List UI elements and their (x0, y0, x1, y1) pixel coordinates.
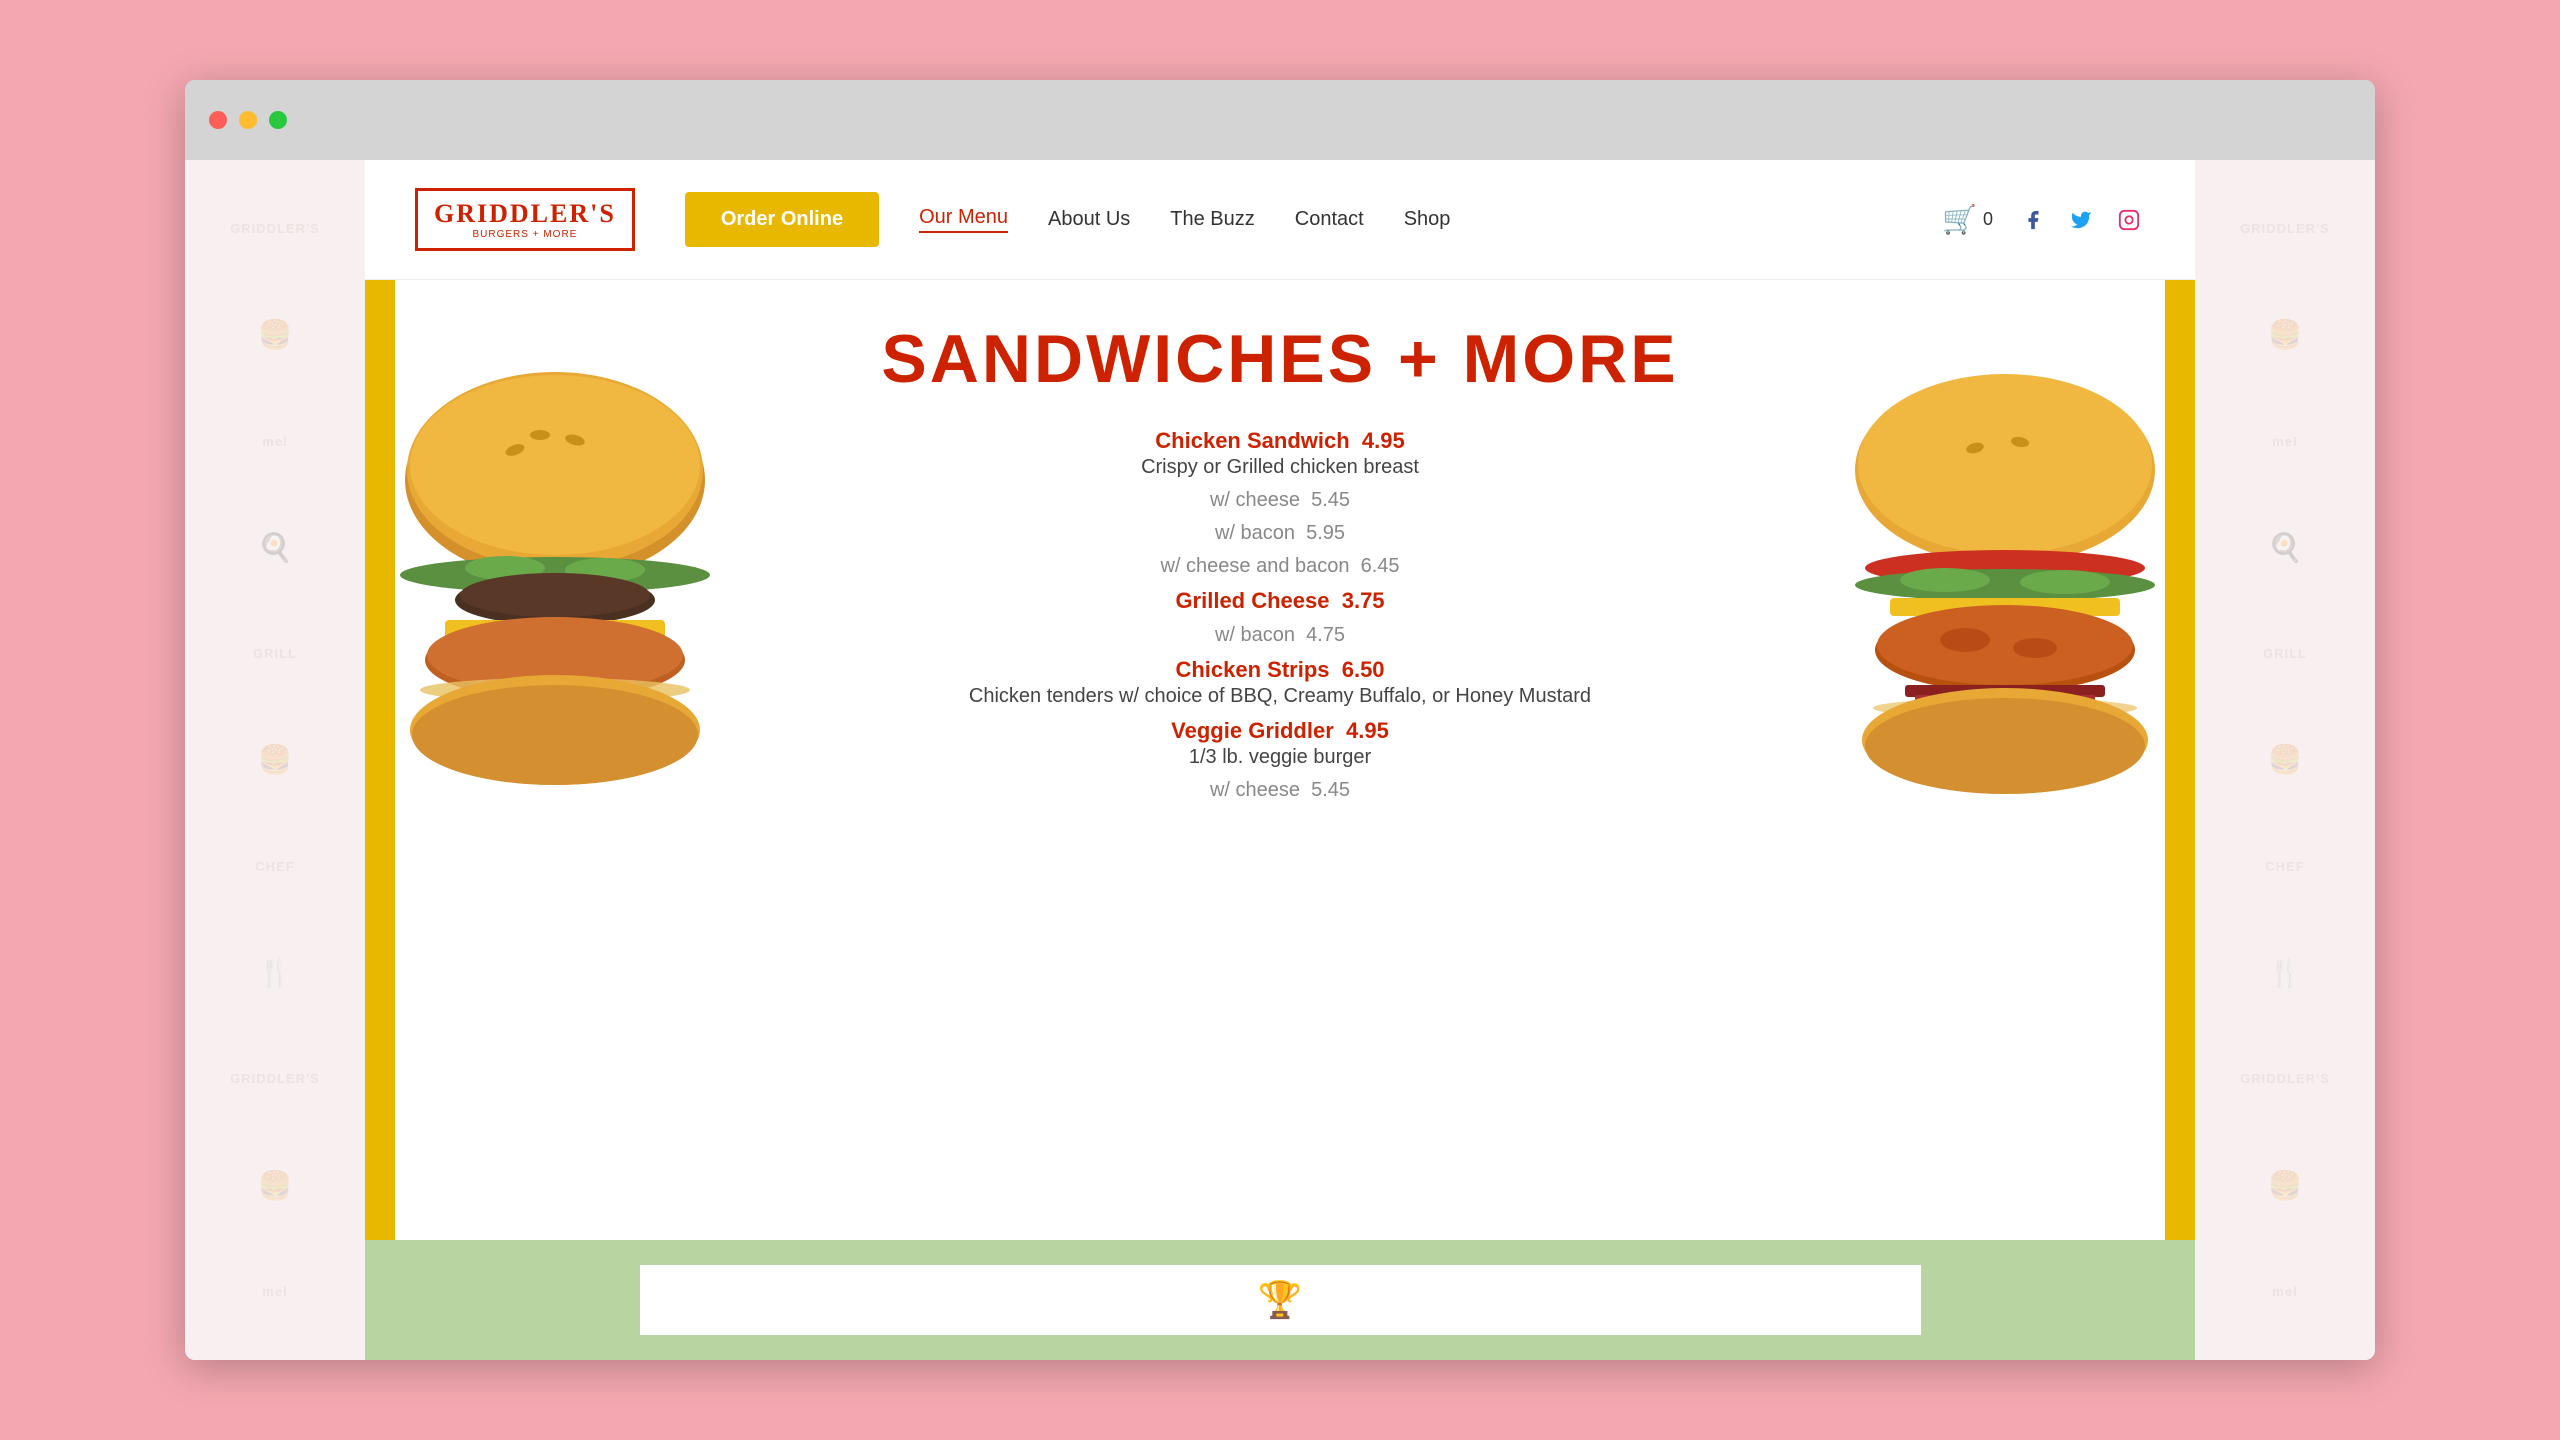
left-side-panel: GRIDDLER'S 🍔 mel 🍳 GRILL 🍔 CHEF 🍴 GRIDDL… (185, 160, 365, 1360)
twitter-icon[interactable] (2065, 204, 2097, 236)
nav-link-about-us[interactable]: About Us (1048, 208, 1130, 231)
browser-window: GRIDDLER'S 🍔 mel 🍳 GRILL 🍔 CHEF 🍴 GRIDDL… (185, 80, 2375, 1360)
menu-center: SANDWICHES + MORE Chicken Sandwich 4.95 … (395, 280, 2165, 1240)
cart-count: 0 (1983, 209, 1993, 230)
nav-link-our-menu[interactable]: Our Menu (919, 206, 1008, 233)
instagram-icon[interactable] (2113, 204, 2145, 236)
nav-link-the-buzz[interactable]: The Buzz (1170, 208, 1254, 231)
browser-chrome (185, 80, 2375, 160)
cart-icon: 🛒 (1942, 203, 1977, 236)
browser-close-dot[interactable] (209, 111, 227, 129)
right-pattern: GRIDDLER'S 🍔 mel 🍳 GRILL 🍔 CHEF 🍴 GRIDDL… (2195, 160, 2375, 1360)
right-side-panel: GRIDDLER'S 🍔 mel 🍳 GRILL 🍔 CHEF 🍴 GRIDDL… (2195, 160, 2375, 1360)
nav-links: Our Menu About Us The Buzz Contact Shop (919, 206, 1942, 233)
website-main: GRIDDLER'S BURGERS + MORE Order Online O… (365, 160, 2195, 1360)
browser-maximize-dot[interactable] (269, 111, 287, 129)
logo-box: GRIDDLER'S BURGERS + MORE (415, 188, 635, 251)
bottom-trophy-icon: 🏆 (1258, 1279, 1303, 1321)
logo-subtitle: BURGERS + MORE (434, 229, 616, 240)
social-icons (2017, 204, 2145, 236)
browser-minimize-dot[interactable] (239, 111, 257, 129)
browser-content: GRIDDLER'S 🍔 mel 🍳 GRILL 🍔 CHEF 🍴 GRIDDL… (185, 160, 2375, 1360)
cart-area[interactable]: 🛒 0 (1942, 203, 1993, 236)
nav-link-shop[interactable]: Shop (1404, 208, 1451, 231)
bottom-white-bar: 🏆 (640, 1265, 1921, 1335)
menu-section-wrapper: SANDWICHES + MORE Chicken Sandwich 4.95 … (365, 280, 2195, 1240)
left-pattern: GRIDDLER'S 🍔 mel 🍳 GRILL 🍔 CHEF 🍴 GRIDDL… (185, 160, 365, 1360)
logo-name: GRIDDLER'S (434, 199, 616, 229)
nav-right: 🛒 0 (1942, 203, 2145, 236)
page-content: SANDWICHES + MORE Chicken Sandwich 4.95 … (365, 280, 2195, 1360)
bottom-section: 🏆 (365, 1240, 2195, 1360)
burger-right-image (1835, 340, 2175, 820)
nav-link-contact[interactable]: Contact (1295, 208, 1364, 231)
logo-area: GRIDDLER'S BURGERS + MORE (415, 188, 635, 251)
order-online-button[interactable]: Order Online (685, 192, 879, 247)
burger-left-image (385, 340, 725, 820)
navigation: GRIDDLER'S BURGERS + MORE Order Online O… (365, 160, 2195, 280)
facebook-icon[interactable] (2017, 204, 2049, 236)
